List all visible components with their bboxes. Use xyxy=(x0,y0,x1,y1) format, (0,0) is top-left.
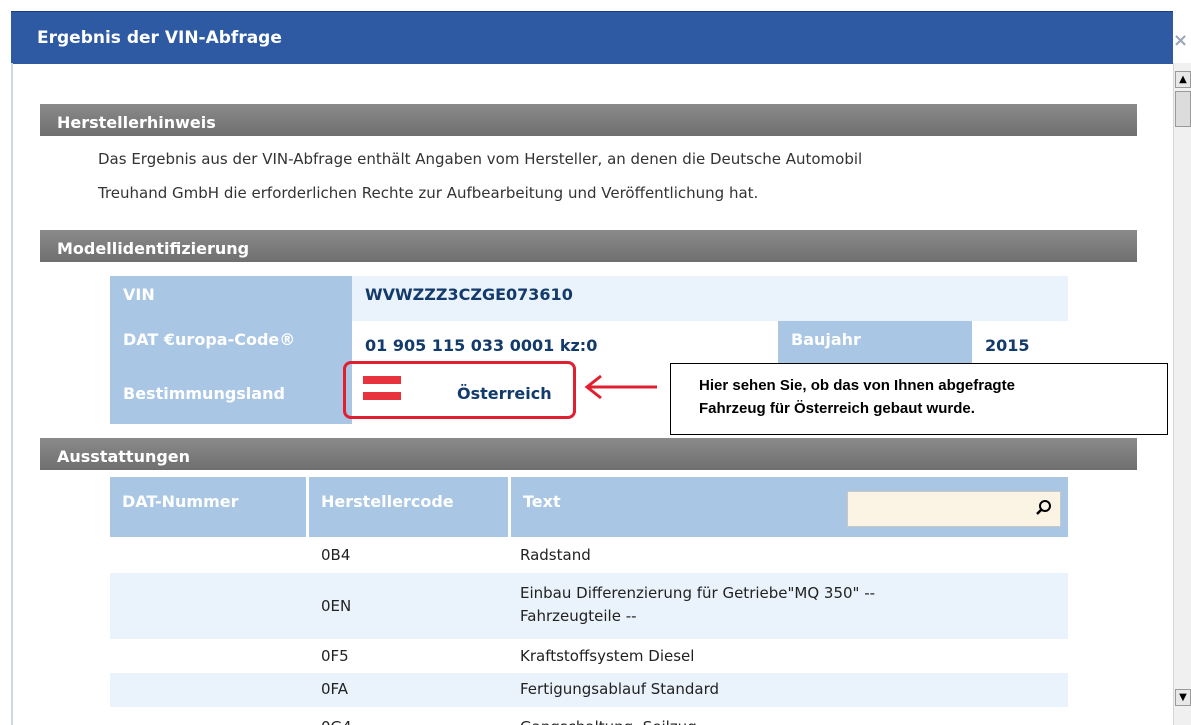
table-row: 0FA Fertigungsablauf Standard xyxy=(110,673,1068,707)
scroll-up-icon[interactable]: ▲ xyxy=(1175,71,1191,88)
cell-code: 0EN xyxy=(321,597,352,615)
baujahr-value: 2015 xyxy=(985,336,1030,355)
hersteller-text-line1: Das Ergebnis aus der VIN-Abfrage enthält… xyxy=(98,150,863,168)
cell-text: Radstand xyxy=(520,546,591,564)
cell-code: 0G4 xyxy=(321,716,352,725)
table-row: 0F5 Kraftstoffsystem Diesel xyxy=(110,639,1068,673)
scroll-down-icon[interactable]: ▼ xyxy=(1175,689,1191,706)
cell-code: 0B4 xyxy=(321,546,351,564)
cell-text: Kraftstoffsystem Diesel xyxy=(520,647,695,665)
section-header-modellidentifizierung: Modellidentifizierung xyxy=(40,230,1137,262)
code-label: DAT €uropa-Code® xyxy=(110,321,352,367)
column-header-herstellercode[interactable]: Herstellercode xyxy=(309,477,508,537)
search-input[interactable] xyxy=(847,491,1061,527)
dialog-title: Ergebnis der VIN-Abfrage xyxy=(37,28,282,48)
highlight-box xyxy=(343,361,576,419)
cell-text: Einbau Differenzierung für Getriebe"MQ 3… xyxy=(520,584,876,602)
baujahr-label: Baujahr xyxy=(778,321,972,367)
hersteller-text-line2: Treuhand GmbH die erforderlichen Rechte … xyxy=(98,184,759,202)
column-header-dat-nummer[interactable]: DAT-Nummer xyxy=(110,477,306,537)
dialog-titlebar: Ergebnis der VIN-Abfrage xyxy=(11,11,1173,64)
table-row: 0B4 Radstand xyxy=(110,537,1068,573)
vin-label: VIN xyxy=(110,276,352,321)
cell-text: Gangschaltung, Seilzug xyxy=(520,716,697,725)
cell-text-continued: Fahrzeugteile -- xyxy=(520,607,637,625)
close-icon[interactable]: × xyxy=(1173,30,1191,54)
arrow-left-icon xyxy=(584,374,657,400)
scroll-thumb[interactable] xyxy=(1175,91,1191,127)
dialog-border xyxy=(11,63,13,725)
section-header-ausstattungen: Ausstattungen xyxy=(40,438,1137,470)
annotation-note: Hier sehen Sie, ob das von Ihnen abgefra… xyxy=(670,363,1168,435)
annotation-line1: Hier sehen Sie, ob das von Ihnen abgefra… xyxy=(699,377,1015,394)
cell-code: 0F5 xyxy=(321,647,349,665)
vin-value: WVWZZZ3CZGE073610 xyxy=(352,276,1068,321)
land-label: Bestimmungsland xyxy=(110,367,352,424)
table-row: 0G4 Gangschaltung, Seilzug xyxy=(110,707,1068,725)
cell-text: Fertigungsablauf Standard xyxy=(520,680,719,698)
section-header-herstellerhinweis: Herstellerhinweis xyxy=(40,104,1137,136)
table-row: 0EN Einbau Differenzierung für Getriebe"… xyxy=(110,573,1068,639)
vertical-scrollbar[interactable]: ▲ ▼ xyxy=(1173,63,1191,725)
search-icon[interactable] xyxy=(1035,497,1053,519)
cell-code: 0FA xyxy=(321,680,349,698)
annotation-line2: Fahrzeug für Österreich gebaut wurde. xyxy=(699,400,975,417)
